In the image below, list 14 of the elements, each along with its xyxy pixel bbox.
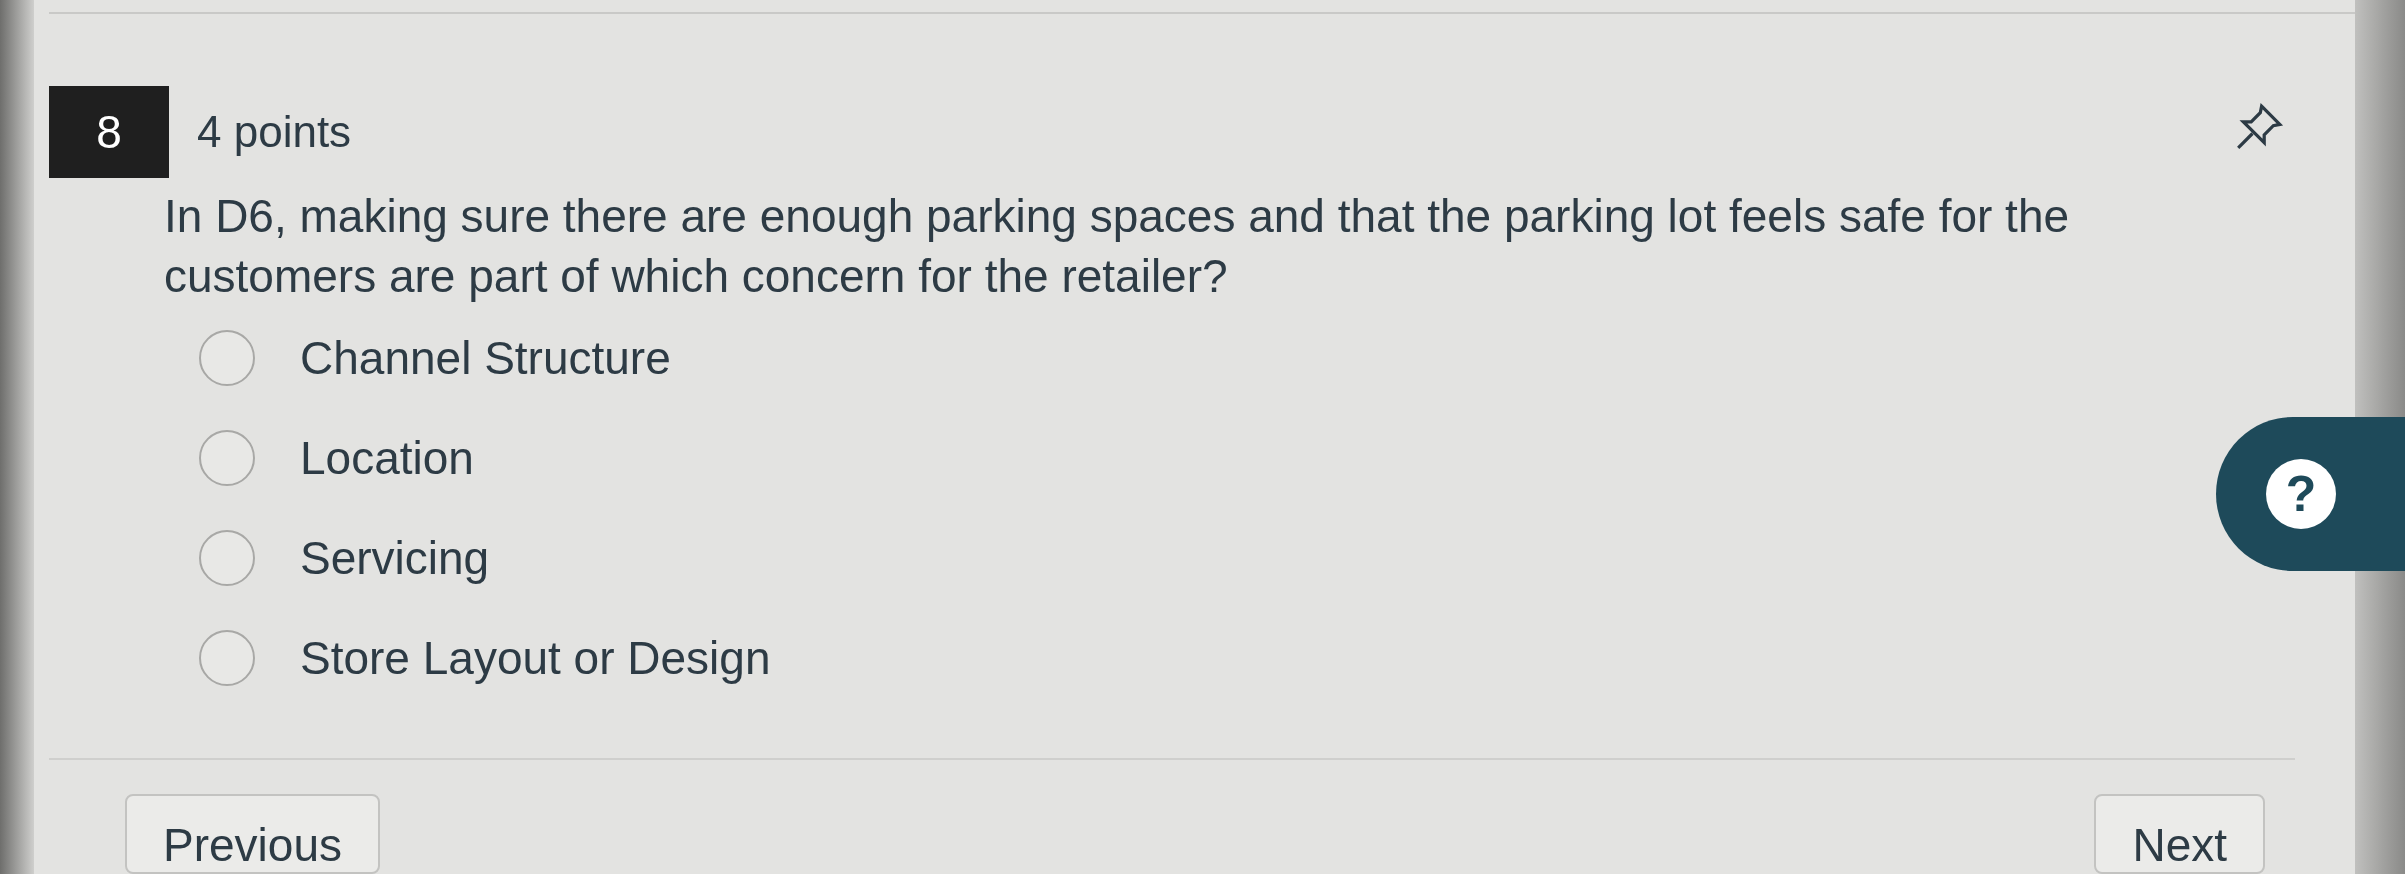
points-label: 4 points <box>197 107 352 157</box>
question-number: 8 <box>49 86 169 178</box>
option-label[interactable]: Channel Structure <box>300 331 671 385</box>
next-button[interactable]: Next <box>2094 794 2265 874</box>
radio-button[interactable] <box>199 330 255 386</box>
help-button[interactable]: ? <box>2216 417 2405 571</box>
radio-button[interactable] <box>199 430 255 486</box>
question-text: In D6, making sure there are enough parking spaces and that the parking lot feels safe for the customers are part of which concern for the retailer? <box>164 189 2071 304</box>
option-label[interactable]: Location <box>300 431 474 485</box>
radio-button[interactable] <box>199 630 255 686</box>
radio-button[interactable] <box>199 530 255 586</box>
option-label[interactable]: Store Layout or Design <box>300 631 771 685</box>
option-label[interactable]: Servicing <box>300 531 490 585</box>
previous-button[interactable]: Previous <box>125 794 380 874</box>
